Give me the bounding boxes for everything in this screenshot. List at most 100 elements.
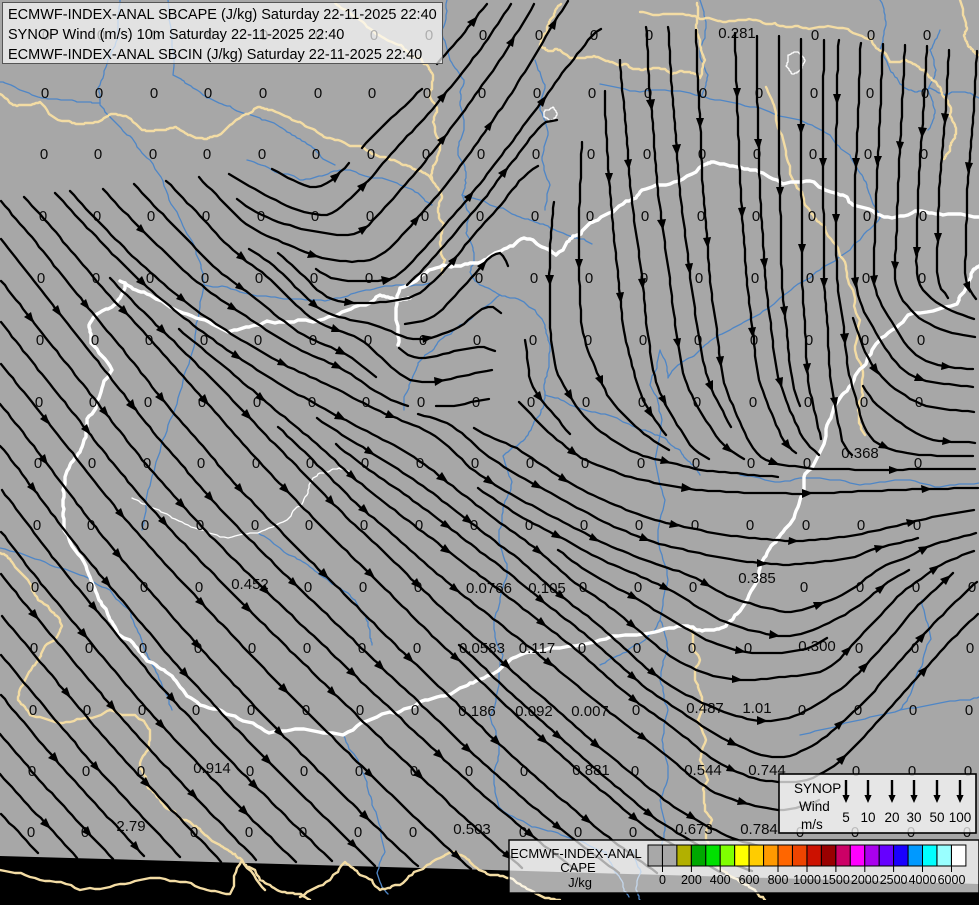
svg-text:0: 0 bbox=[864, 146, 872, 163]
svg-text:0: 0 bbox=[744, 640, 752, 657]
svg-text:0: 0 bbox=[149, 146, 157, 163]
svg-text:1500: 1500 bbox=[822, 873, 850, 887]
svg-text:0: 0 bbox=[574, 824, 582, 841]
svg-text:1000: 1000 bbox=[793, 873, 821, 887]
svg-text:0: 0 bbox=[585, 270, 593, 287]
svg-text:0: 0 bbox=[359, 579, 367, 596]
svg-text:0: 0 bbox=[300, 763, 308, 780]
svg-text:0: 0 bbox=[465, 763, 473, 780]
svg-text:0: 0 bbox=[917, 332, 925, 349]
svg-text:0: 0 bbox=[965, 702, 973, 719]
svg-text:0: 0 bbox=[195, 579, 203, 596]
svg-text:0: 0 bbox=[367, 146, 375, 163]
svg-text:600: 600 bbox=[739, 873, 760, 887]
svg-text:Wind: Wind bbox=[799, 799, 830, 814]
svg-text:0: 0 bbox=[909, 702, 917, 719]
svg-text:6000: 6000 bbox=[938, 873, 966, 887]
svg-text:0.300: 0.300 bbox=[798, 638, 836, 655]
svg-text:0: 0 bbox=[139, 640, 147, 657]
svg-text:0: 0 bbox=[811, 27, 819, 44]
svg-text:0: 0 bbox=[966, 640, 974, 657]
svg-text:0: 0 bbox=[810, 85, 818, 102]
svg-text:m/s: m/s bbox=[801, 817, 823, 832]
svg-text:0: 0 bbox=[311, 208, 319, 225]
svg-text:0: 0 bbox=[749, 394, 757, 411]
svg-text:0: 0 bbox=[141, 517, 149, 534]
svg-text:0: 0 bbox=[688, 640, 696, 657]
svg-text:SYNOP: SYNOP bbox=[794, 781, 841, 796]
svg-text:0: 0 bbox=[305, 517, 313, 534]
svg-text:50: 50 bbox=[929, 810, 944, 825]
svg-text:0: 0 bbox=[31, 579, 39, 596]
svg-text:0: 0 bbox=[635, 517, 643, 534]
svg-text:0.914: 0.914 bbox=[193, 760, 231, 777]
svg-text:2000: 2000 bbox=[851, 873, 879, 887]
svg-text:0: 0 bbox=[535, 27, 543, 44]
svg-text:ECMWF-INDEX-ANAL SBCIN (J/kg): ECMWF-INDEX-ANAL SBCIN (J/kg) Saturday 2… bbox=[8, 47, 422, 63]
svg-text:0: 0 bbox=[144, 394, 152, 411]
svg-text:0: 0 bbox=[582, 394, 590, 411]
svg-text:800: 800 bbox=[768, 873, 789, 887]
svg-text:0: 0 bbox=[41, 85, 49, 102]
svg-text:0: 0 bbox=[91, 332, 99, 349]
svg-text:0: 0 bbox=[855, 640, 863, 657]
svg-text:0: 0 bbox=[532, 146, 540, 163]
svg-text:1.01: 1.01 bbox=[742, 700, 771, 717]
svg-text:0: 0 bbox=[423, 85, 431, 102]
svg-text:0: 0 bbox=[94, 146, 102, 163]
svg-text:0: 0 bbox=[411, 702, 419, 719]
svg-text:0: 0 bbox=[251, 517, 259, 534]
svg-text:30: 30 bbox=[906, 810, 921, 825]
svg-text:100: 100 bbox=[949, 810, 972, 825]
svg-text:200: 200 bbox=[681, 873, 702, 887]
svg-text:0: 0 bbox=[629, 824, 637, 841]
svg-text:0: 0 bbox=[808, 208, 816, 225]
svg-text:0: 0 bbox=[689, 579, 697, 596]
svg-text:4000: 4000 bbox=[909, 873, 937, 887]
svg-text:0: 0 bbox=[259, 85, 267, 102]
svg-text:0: 0 bbox=[312, 146, 320, 163]
svg-text:0: 0 bbox=[88, 455, 96, 472]
svg-text:0: 0 bbox=[639, 332, 647, 349]
svg-text:0: 0 bbox=[477, 146, 485, 163]
svg-text:0.092: 0.092 bbox=[515, 703, 553, 720]
svg-text:0: 0 bbox=[203, 146, 211, 163]
svg-text:0: 0 bbox=[691, 517, 699, 534]
svg-text:0: 0 bbox=[867, 27, 875, 44]
svg-text:0: 0 bbox=[245, 824, 253, 841]
svg-text:0: 0 bbox=[417, 394, 425, 411]
svg-text:0: 0 bbox=[866, 85, 874, 102]
svg-text:0: 0 bbox=[476, 208, 484, 225]
svg-text:0: 0 bbox=[254, 332, 262, 349]
svg-text:0: 0 bbox=[634, 579, 642, 596]
svg-text:0: 0 bbox=[863, 208, 871, 225]
svg-text:0: 0 bbox=[862, 270, 870, 287]
svg-text:0: 0 bbox=[637, 455, 645, 472]
svg-text:0: 0 bbox=[586, 208, 594, 225]
svg-text:0: 0 bbox=[95, 85, 103, 102]
svg-text:0: 0 bbox=[314, 85, 322, 102]
svg-text:2500: 2500 bbox=[880, 873, 908, 887]
svg-text:10: 10 bbox=[860, 810, 875, 825]
svg-text:0: 0 bbox=[478, 85, 486, 102]
svg-text:0: 0 bbox=[802, 517, 810, 534]
svg-text:J/kg: J/kg bbox=[568, 875, 592, 890]
svg-text:0.281: 0.281 bbox=[718, 25, 756, 42]
svg-text:5: 5 bbox=[842, 810, 850, 825]
svg-text:0: 0 bbox=[27, 824, 35, 841]
svg-text:0: 0 bbox=[413, 640, 421, 657]
svg-text:SYNOP Wind (m/s) 10m Saturday: SYNOP Wind (m/s) 10m Saturday 22-11-2025… bbox=[8, 27, 344, 43]
svg-text:0: 0 bbox=[857, 517, 865, 534]
svg-text:0: 0 bbox=[29, 702, 37, 719]
svg-text:0: 0 bbox=[747, 455, 755, 472]
svg-text:ECMWF-INDEX-ANAL: ECMWF-INDEX-ANAL bbox=[510, 846, 641, 861]
svg-text:0: 0 bbox=[150, 85, 158, 102]
svg-text:0: 0 bbox=[365, 270, 373, 287]
svg-text:400: 400 bbox=[710, 873, 731, 887]
svg-text:0: 0 bbox=[751, 270, 759, 287]
svg-text:0: 0 bbox=[82, 763, 90, 780]
svg-text:0: 0 bbox=[809, 146, 817, 163]
svg-text:0: 0 bbox=[643, 146, 651, 163]
svg-text:0: 0 bbox=[204, 85, 212, 102]
svg-text:0.385: 0.385 bbox=[738, 570, 776, 587]
